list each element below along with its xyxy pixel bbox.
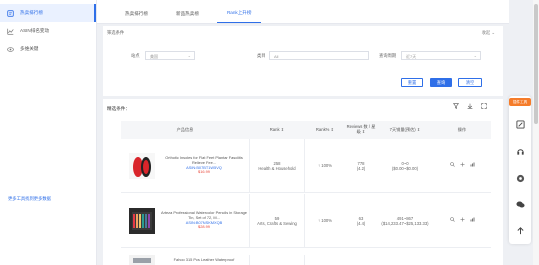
column-header-rank-pct[interactable]: Rank% ⇕ (305, 127, 345, 133)
hot-list-icon (7, 9, 14, 17)
rank-pct-value: ↑ 100% (318, 218, 332, 223)
chevron-down-icon: ⌄ (473, 53, 477, 58)
filter-title: 筛选条件 (107, 30, 125, 35)
column-header-reviews[interactable]: Reviews 数 / 星级 ⇕ (345, 125, 377, 134)
results-title: 精选条件： (107, 106, 130, 111)
back-to-top-icon[interactable] (514, 224, 526, 236)
filter-panel: 筛选条件 收起 ⌄ 站点 美国 ⌄ 类目 All 查询周期 近7天 ⌄ 重置 查… (103, 26, 503, 96)
eye-icon (7, 46, 14, 53)
category-select[interactable]: All (269, 51, 369, 60)
rank-cell: 59 Arts, Crafts & Sewing (249, 194, 305, 247)
period-select[interactable]: 近7天 ⌄ (401, 51, 481, 60)
add-icon[interactable] (460, 162, 465, 169)
sidebar: 热卖排行榜 ASIN排名变动 多维关键 更多工具找到更多数据 (0, 0, 97, 265)
product-price: $28.99 (198, 224, 210, 230)
reviews-stars: (4.2) (356, 165, 366, 171)
rank-cell: 258 Health & Household (249, 139, 305, 192)
rank-category: Arts, Crafts & Sewing (257, 220, 297, 226)
reset-button[interactable]: 重置 (401, 78, 423, 87)
sidebar-item-asin-rank[interactable]: ASIN排名变动 (0, 22, 96, 40)
rank-cell (249, 255, 305, 265)
actions-cell (433, 217, 491, 224)
rank-pct-value: ↑ 100% (318, 163, 332, 168)
reviews-cell: 778 (4.2) (345, 161, 377, 171)
trend-icon[interactable] (470, 162, 475, 169)
floating-toolbar: 插件工具 (509, 96, 531, 244)
clear-button[interactable]: 清空 (458, 78, 482, 87)
product-price: $16.99 (198, 169, 210, 175)
table-row: Arteza Professional Watercolor Pencils i… (121, 194, 491, 248)
tab-new-release[interactable]: 新品热卖榜 (166, 11, 209, 23)
site-select[interactable]: 美国 ⌄ (145, 51, 195, 60)
search-icon[interactable] (449, 162, 455, 169)
column-header-sales[interactable]: 7天销量(预估) ⇕ (377, 127, 433, 133)
results-panel: 精选条件： 产品信息 Rank ⇕ Rank% ⇕ Reviews 数 / 星级… (103, 99, 503, 265)
chevron-down-icon: ⌄ (187, 53, 191, 58)
site-select-value: 美国 (150, 53, 158, 59)
table-row: Fahoo 315 Pcs Leather Waterproof (121, 249, 491, 265)
query-button[interactable]: 查询 (430, 78, 452, 87)
export-icon[interactable] (467, 103, 473, 111)
tab-bar: 热卖排行榜 新品热卖榜 Rank上升榜 (97, 0, 509, 24)
sales-cell: 491~867 ($14,233.47~$25,133.33) (377, 216, 433, 226)
app-root: 热卖排行榜 ASIN排名变动 多维关键 更多工具找到更多数据 热卖排行榜 新品热… (0, 0, 539, 265)
sidebar-item-label: 热卖排行榜 (20, 10, 43, 15)
search-icon[interactable] (449, 217, 455, 224)
headset-icon[interactable] (514, 145, 526, 157)
product-cell: Orthotic Insoles for Flat Feet Plantar F… (121, 152, 249, 179)
sidebar-item-label: ASIN排名变动 (20, 28, 50, 33)
reviews-cell: 63 (4.4) (345, 216, 377, 226)
tab-hot-list[interactable]: 热卖排行榜 (115, 11, 158, 23)
actions-cell (433, 162, 491, 169)
product-name[interactable]: Fahoo 315 Pcs Leather Waterproof (161, 257, 247, 263)
sidebar-item-multi-keyword[interactable]: 多维关键 (0, 40, 96, 58)
plugin-badge[interactable]: 插件工具 (509, 98, 531, 106)
sidebar-footer-link[interactable]: 更多工具找到更多数据 (8, 196, 51, 202)
product-thumbnail[interactable] (129, 152, 155, 179)
wechat-icon[interactable] (514, 198, 526, 210)
product-thumbnail[interactable] (129, 255, 155, 265)
site-label: 站点 (131, 53, 140, 58)
chat-bubble-icon[interactable] (514, 172, 526, 184)
sidebar-item-hot-list[interactable]: 热卖排行榜 (0, 4, 96, 22)
results-toolbar (453, 103, 487, 111)
edit-icon[interactable] (514, 118, 526, 130)
sales-revenue: ($14,233.47~$25,133.33) (381, 220, 429, 226)
fullscreen-icon[interactable] (481, 103, 487, 111)
tab-rank-rising[interactable]: Rank上升榜 (216, 10, 262, 23)
product-thumbnail[interactable] (129, 207, 155, 234)
period-select-value: 近7天 (406, 53, 417, 59)
collapse-toggle[interactable]: 收起 ⌄ (482, 30, 495, 36)
filter-icon[interactable] (453, 103, 459, 111)
rank-category: Health & Household (258, 165, 296, 171)
sales-cell: 0~0 ($0.00~$0.00) (377, 161, 433, 171)
chart-icon (7, 28, 14, 35)
product-cell: Arteza Professional Watercolor Pencils i… (121, 207, 249, 234)
product-cell: Fahoo 315 Pcs Leather Waterproof (121, 255, 249, 265)
table-header: 产品信息 Rank ⇕ Rank% ⇕ Reviews 数 / 星级 ⇕ 7天销… (121, 121, 491, 139)
category-select-value: All (274, 53, 279, 59)
scrollbar-thumb[interactable] (534, 4, 538, 124)
sidebar-item-label: 多维关键 (20, 46, 39, 51)
reviews-stars: (4.4) (356, 220, 366, 226)
add-icon[interactable] (460, 217, 465, 224)
main-content: 热卖排行榜 新品热卖榜 Rank上升榜 筛选条件 收起 ⌄ 站点 美国 ⌄ 类目… (97, 0, 509, 265)
category-label: 类目 (257, 53, 266, 58)
column-header-rank[interactable]: Rank ⇕ (249, 127, 305, 133)
column-header-actions: 操作 (457, 126, 467, 132)
period-label: 查询周期 (379, 53, 397, 58)
column-header-product: 产品信息 (176, 126, 194, 132)
sales-revenue: ($0.00~$0.00) (391, 165, 419, 171)
trend-icon[interactable] (470, 217, 475, 224)
table-row: Orthotic Insoles for Flat Feet Plantar F… (121, 139, 491, 193)
